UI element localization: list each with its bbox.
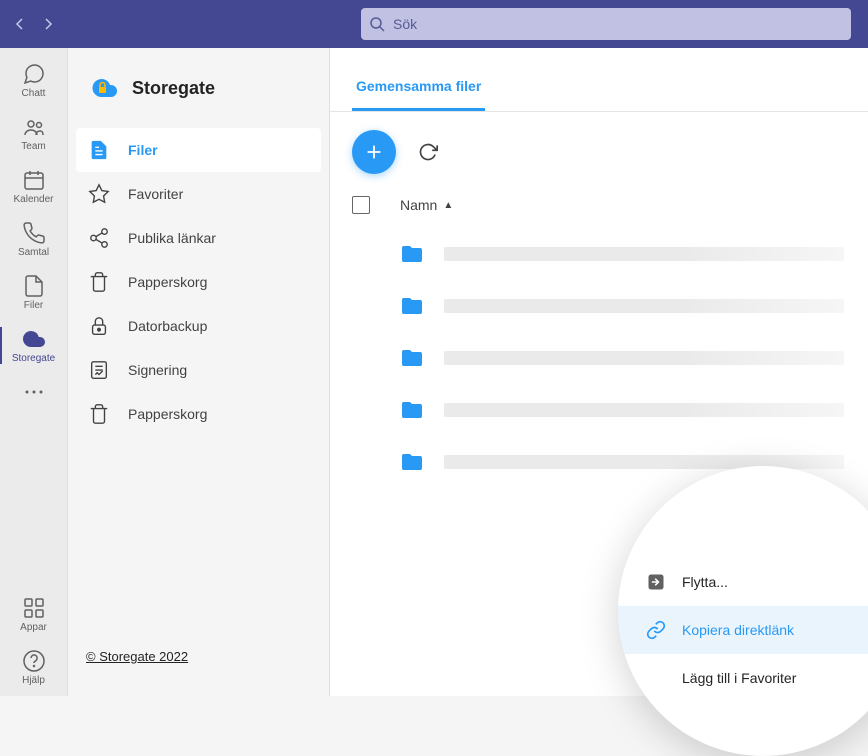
- trash-icon: [88, 403, 110, 425]
- star-icon: [88, 183, 110, 205]
- column-name[interactable]: Namn ▲: [400, 197, 453, 213]
- forward-button[interactable]: [36, 12, 60, 36]
- sidebar-item-signing[interactable]: Signering: [76, 348, 321, 392]
- sidebar-item-trash[interactable]: Papperskorg: [76, 260, 321, 304]
- sidebar-item-favorites[interactable]: Favoriter: [76, 172, 321, 216]
- sidebar-item-label: Favoriter: [128, 186, 183, 202]
- rail-label: Chatt: [22, 88, 46, 99]
- folder-icon: [400, 450, 424, 474]
- sidebar-item-label: Papperskorg: [128, 274, 207, 290]
- sidebar-item-public-links[interactable]: Publika länkar: [76, 216, 321, 260]
- rail-apps[interactable]: Appar: [0, 590, 67, 643]
- apps-icon: [22, 596, 46, 620]
- search-icon: [369, 16, 385, 32]
- side-panel: Storegate Filer Favoriter Publika länkar…: [68, 48, 330, 696]
- sidebar-item-label: Publika länkar: [128, 230, 216, 246]
- rail-files[interactable]: Filer: [0, 268, 67, 321]
- sidebar-item-backup[interactable]: Datorbackup: [76, 304, 321, 348]
- rail-label: Appar: [20, 622, 47, 633]
- refresh-icon: [418, 142, 438, 162]
- rail-storegate[interactable]: Storegate: [0, 321, 67, 374]
- search-input[interactable]: [393, 16, 843, 32]
- file-icon: [22, 274, 46, 298]
- rail-calls[interactable]: Samtal: [0, 215, 67, 268]
- add-button[interactable]: [352, 130, 396, 174]
- app-rail: Chatt Team Kalender Samtal Filer Storega…: [0, 48, 68, 696]
- folder-icon: [400, 398, 424, 422]
- file-list: [330, 224, 868, 488]
- rail-label: Kalender: [13, 194, 53, 205]
- team-icon: [22, 115, 46, 139]
- table-row[interactable]: [330, 228, 868, 280]
- rail-chat[interactable]: Chatt: [0, 56, 67, 109]
- app-title: Storegate: [132, 78, 215, 99]
- rail-label: Storegate: [12, 353, 55, 364]
- folder-icon: [400, 294, 424, 318]
- column-name-label: Namn: [400, 197, 437, 213]
- titlebar: [0, 0, 868, 48]
- sign-icon: [88, 359, 110, 381]
- help-icon: [22, 649, 46, 673]
- content-tabs: Gemensamma filer: [330, 48, 868, 112]
- table-row[interactable]: [330, 384, 868, 436]
- sidebar-item-label: Papperskorg: [128, 406, 207, 422]
- move-icon: [646, 572, 666, 592]
- plus-icon: [363, 141, 385, 163]
- lock-icon: [88, 315, 110, 337]
- context-item-label: Flytta...: [682, 574, 728, 590]
- rail-label: Filer: [24, 300, 43, 311]
- rail-label: Samtal: [18, 247, 49, 258]
- rail-label: Hjälp: [22, 675, 45, 686]
- history-nav: [8, 12, 60, 36]
- search-box[interactable]: [361, 8, 851, 40]
- share-icon: [88, 227, 110, 249]
- rail-calendar[interactable]: Kalender: [0, 162, 67, 215]
- filename-placeholder: [444, 299, 844, 313]
- chevron-right-icon: [40, 16, 56, 32]
- document-icon: [88, 139, 110, 161]
- sidebar-item-files[interactable]: Filer: [76, 128, 321, 172]
- rail-team[interactable]: Team: [0, 109, 67, 162]
- rail-help[interactable]: Hjälp: [0, 643, 67, 696]
- filename-placeholder: [444, 247, 844, 261]
- context-add-favorite[interactable]: Lägg till i Favoriter: [618, 654, 868, 702]
- back-button[interactable]: [8, 12, 32, 36]
- folder-icon: [400, 346, 424, 370]
- chat-icon: [22, 62, 46, 86]
- context-move[interactable]: Flytta...: [618, 558, 868, 606]
- select-all-checkbox[interactable]: [352, 196, 370, 214]
- calendar-icon: [22, 168, 46, 192]
- context-item-label: Lägg till i Favoriter: [682, 670, 796, 686]
- cloud-icon: [22, 327, 46, 351]
- chevron-left-icon: [12, 16, 28, 32]
- filename-placeholder: [444, 403, 844, 417]
- rail-more[interactable]: [0, 374, 67, 414]
- more-icon: [22, 380, 46, 404]
- content-toolbar: [330, 112, 868, 190]
- table-row[interactable]: [330, 332, 868, 384]
- sort-asc-icon: ▲: [443, 200, 453, 211]
- table-header: Namn ▲: [330, 190, 868, 224]
- sidebar-item-label: Datorbackup: [128, 318, 207, 334]
- tab-shared-files[interactable]: Gemensamma filer: [352, 70, 485, 111]
- sidebar-item-label: Filer: [128, 142, 158, 158]
- storegate-logo-icon: [86, 72, 118, 104]
- table-row[interactable]: [330, 280, 868, 332]
- refresh-button[interactable]: [414, 138, 442, 166]
- link-icon: [646, 620, 666, 640]
- footer-copyright[interactable]: © Storegate 2022: [68, 649, 329, 680]
- folder-icon: [400, 242, 424, 266]
- context-item-label: Kopiera direktlänk: [682, 622, 794, 638]
- app-header: Storegate: [68, 64, 329, 128]
- phone-icon: [22, 221, 46, 245]
- rail-label: Team: [21, 141, 45, 152]
- trash-icon: [88, 271, 110, 293]
- sidebar-item-trash-2[interactable]: Papperskorg: [76, 392, 321, 436]
- sidebar-item-label: Signering: [128, 362, 187, 378]
- context-copy-link[interactable]: Kopiera direktlänk: [618, 606, 868, 654]
- filename-placeholder: [444, 351, 844, 365]
